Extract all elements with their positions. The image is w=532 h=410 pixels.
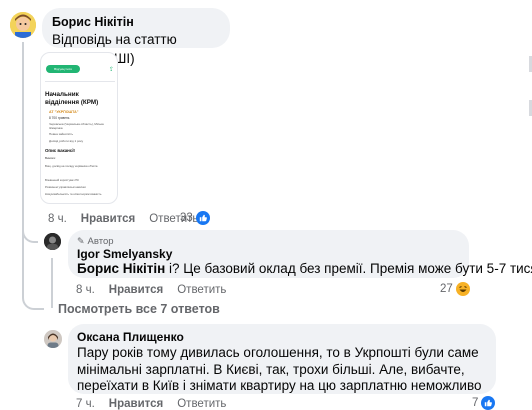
- reaction-count: 27: [440, 283, 453, 295]
- comment-bubble-boris: Борис Нікітін Відповідь на статтю написа…: [42, 8, 230, 66]
- avatar-face-icon: [10, 12, 36, 38]
- reply-button[interactable]: Ответить: [177, 284, 226, 296]
- comment-time[interactable]: 7 ч.: [76, 398, 95, 410]
- pencil-icon: ✎: [77, 235, 85, 246]
- employment: Повна зайнятість: [49, 132, 74, 136]
- avatar-oksana[interactable]: [44, 330, 62, 348]
- comment-text: Борис Нікітін і? Це базовий оклад без пр…: [77, 261, 532, 277]
- comment-author[interactable]: Igor Smelyansky: [77, 247, 460, 261]
- comment-time[interactable]: 8 ч.: [48, 213, 67, 225]
- like-reaction-icon: [195, 211, 210, 225]
- comment-meta-igor: 8 ч. Нравится Ответить: [76, 282, 226, 298]
- like-button[interactable]: Нравится: [109, 398, 163, 410]
- reaction-summary[interactable]: 7: [472, 396, 496, 410]
- comment-meta-oksana: 7 ч. Нравится Ответить: [76, 396, 226, 410]
- avatar-boris[interactable]: [10, 12, 36, 38]
- salary: 8 700 гривень: [49, 116, 70, 120]
- like-button[interactable]: Нравится: [109, 284, 163, 296]
- comment-author[interactable]: Борис Нікітін: [52, 14, 220, 30]
- reaction-count: 33: [180, 212, 193, 224]
- reply-button[interactable]: Ответить: [177, 398, 226, 410]
- like-reaction-icon: [481, 396, 496, 410]
- avatar-photo-icon: [44, 233, 61, 250]
- comment-bubble-oksana: Оксана Плищенко Пару років тому дивилась…: [68, 324, 496, 394]
- comment-meta-boris: 8 ч. Нравится Ответить: [48, 211, 198, 227]
- duties-title: Вимоги:: [45, 156, 57, 160]
- location: Черкаська (Черкаська область), Міська Жм…: [49, 122, 104, 130]
- company-name: АТ "УКРПОШТА": [49, 110, 79, 114]
- experience: Досвід роботи від 1 року: [49, 139, 84, 143]
- comment-author[interactable]: Оксана Плищенко: [77, 330, 487, 345]
- bullet-1: Вищ. досвід на посаду керівника об'єкта: [45, 164, 98, 168]
- job-title: Начальник відділення (КРМ): [45, 91, 99, 106]
- avatar-photo-icon: [44, 330, 62, 348]
- thread-branch-2: [22, 294, 44, 310]
- comment-body: і? Це базовий оклад без премії. Премія м…: [165, 261, 532, 276]
- thread-line-2: [51, 258, 53, 308]
- author-badge-label: Автор: [87, 235, 114, 247]
- bullet-2: Впевнений користувач ПК: [45, 178, 79, 182]
- comment-image-attachment[interactable]: Відгукнутися ⇪ Начальник відділення (КРМ…: [40, 52, 118, 204]
- thread-line: [22, 42, 24, 297]
- view-more-replies[interactable]: Посмотреть все 7 ответов: [58, 302, 220, 316]
- respond-button: Відгукнутися: [46, 65, 80, 73]
- author-badge: ✎ Автор: [77, 235, 460, 247]
- share-icon: ⇪: [109, 67, 115, 73]
- thread-branch-1: [22, 225, 38, 243]
- mention-link[interactable]: Борис Нікітін: [77, 261, 165, 276]
- bullet-4: Комунікабельність та клієнтоорієнтованіс…: [45, 192, 102, 196]
- comment-text: Пару років тому дивилась оголошення, то …: [77, 345, 482, 393]
- comment-time[interactable]: 8 ч.: [76, 284, 95, 296]
- haha-reaction-icon: [455, 282, 470, 296]
- reaction-summary[interactable]: 27: [440, 282, 470, 296]
- section-title: Опис вакансії: [45, 148, 75, 153]
- like-button[interactable]: Нравится: [81, 213, 135, 225]
- comment-bubble-igor: ✎ Автор Igor Smelyansky Борис Нікітін і?…: [68, 230, 532, 278]
- respond-button-label: Відгукнутися: [54, 67, 72, 71]
- reaction-summary[interactable]: 33: [180, 211, 210, 225]
- bullet-3: Розвинені управлінські навички: [45, 185, 86, 189]
- reaction-count: 7: [472, 397, 479, 409]
- avatar-igor[interactable]: [44, 233, 61, 250]
